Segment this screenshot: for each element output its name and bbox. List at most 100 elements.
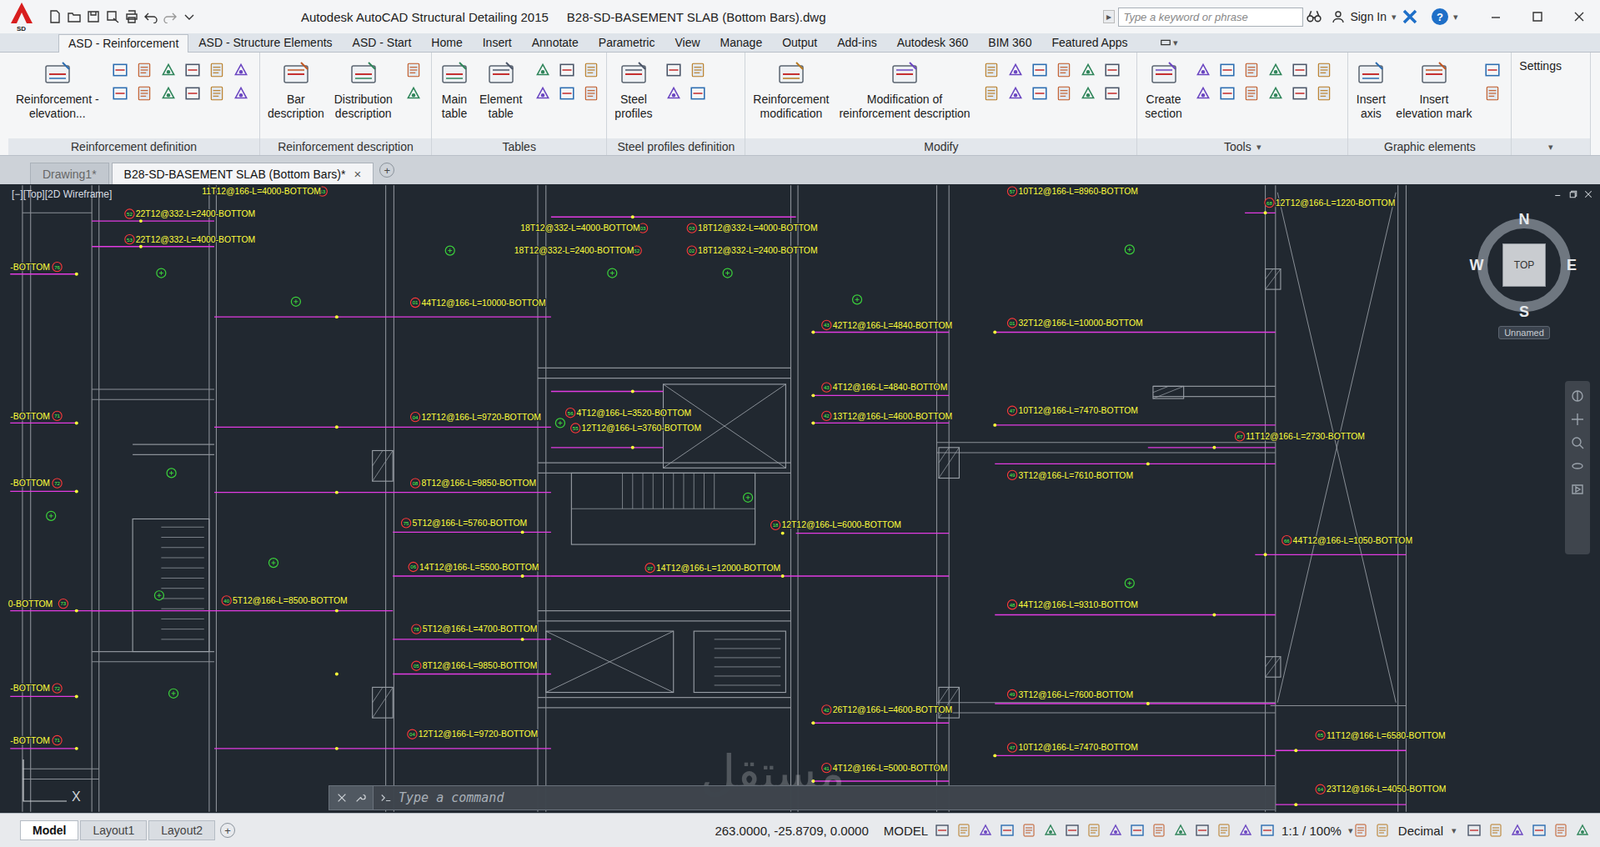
rebar-label[interactable]: 6644T12@166-L=1050-BOTTOM xyxy=(1282,536,1413,546)
bar-line[interactable] xyxy=(993,753,1276,758)
tool-icon[interactable] xyxy=(232,85,250,102)
showmotion-icon[interactable] xyxy=(1570,482,1585,497)
rebar-label[interactable]: 434T12@166-L=4840-BOTTOM xyxy=(822,382,948,392)
small-tool[interactable] xyxy=(1077,82,1099,105)
panel-title[interactable]: Tools▾ xyxy=(1137,138,1348,156)
small-tool[interactable] xyxy=(662,82,685,105)
status-toggle-icon[interactable] xyxy=(1108,822,1124,838)
bar-line[interactable] xyxy=(10,609,133,613)
tool-icon[interactable] xyxy=(405,61,422,79)
panel-title[interactable]: Reinforcement description xyxy=(260,138,432,156)
bar-line[interactable] xyxy=(214,747,552,751)
tool-icon[interactable] xyxy=(135,85,153,102)
viewport-controls[interactable]: [−][Top][2D Wireframe] xyxy=(11,188,112,201)
bar-line[interactable] xyxy=(10,747,79,751)
bar-line[interactable] xyxy=(993,423,1276,427)
minimize-icon[interactable] xyxy=(1489,10,1503,24)
tray-icon[interactable] xyxy=(1509,822,1525,838)
distribution-mark[interactable] xyxy=(1124,245,1134,255)
rebar-label[interactable]: 730-BOTTOM xyxy=(8,598,69,608)
bar-line[interactable] xyxy=(994,461,1276,466)
ribbon-button[interactable]: Create section xyxy=(1141,57,1185,123)
bar-line[interactable] xyxy=(91,219,215,223)
steering-wheel-icon[interactable] xyxy=(1570,389,1585,403)
tool-icon[interactable] xyxy=(1315,85,1333,102)
rebar-label[interactable]: 5311T12@166-L=4000-BOTTOM xyxy=(201,186,327,196)
tool-icon[interactable] xyxy=(160,85,177,102)
search-expand[interactable]: ▸ xyxy=(1103,10,1115,24)
distribution-mark[interactable] xyxy=(607,268,617,278)
bar-line[interactable] xyxy=(214,491,552,495)
tool-icon[interactable] xyxy=(208,85,226,102)
rebar-label[interactable]: 6812T12@166-L=1220-BOTTOM xyxy=(1264,197,1395,207)
small-tool[interactable] xyxy=(1313,59,1335,81)
tray-icon[interactable] xyxy=(1466,822,1482,838)
ribbon-tab[interactable]: View xyxy=(664,33,710,52)
status-toggle-icon[interactable] xyxy=(1064,822,1080,838)
ribbon-tab[interactable]: Insert xyxy=(472,33,522,52)
user-icon[interactable] xyxy=(1331,10,1345,24)
tray-icon[interactable] xyxy=(1574,822,1590,838)
tool-icon[interactable] xyxy=(1243,61,1260,79)
rebar-label[interactable]: 058T12@166-L=9850-BOTTOM xyxy=(411,661,538,671)
status-toggle-icon[interactable] xyxy=(1259,822,1275,838)
rebar-label[interactable]: 4342T12@166-L=4840-BOTTOM xyxy=(822,320,953,330)
bar-line[interactable] xyxy=(811,721,949,725)
small-tool[interactable] xyxy=(1101,59,1124,81)
new-tab[interactable]: + xyxy=(379,162,395,178)
bar-line[interactable] xyxy=(551,215,797,219)
tool-icon[interactable] xyxy=(1031,61,1049,79)
tool-icon[interactable] xyxy=(582,85,600,102)
small-tool[interactable] xyxy=(687,82,709,105)
rebar-label[interactable]: 4710T12@166-L=7470-BOTTOM xyxy=(1007,742,1138,753)
layout-tab[interactable]: Layout2 xyxy=(148,820,216,841)
tool-icon[interactable] xyxy=(405,85,422,102)
space-toggle[interactable]: MODEL xyxy=(883,823,928,838)
bar-line[interactable] xyxy=(551,446,664,450)
tool-icon[interactable] xyxy=(1007,85,1024,102)
panel-title[interactable]: Steel profiles definition xyxy=(606,138,745,156)
tool-icon[interactable] xyxy=(1315,61,1333,79)
bar-line[interactable] xyxy=(335,672,552,677)
compass-east[interactable]: E xyxy=(1566,256,1577,275)
status-toggle-icon[interactable] xyxy=(1021,822,1037,838)
small-tool[interactable] xyxy=(1028,82,1051,105)
small-tool[interactable] xyxy=(1004,82,1027,105)
distribution-mark[interactable] xyxy=(445,245,455,256)
rebar-label[interactable]: 71-BOTTOM xyxy=(10,735,62,745)
tool-icon[interactable] xyxy=(111,85,129,102)
close-icon[interactable] xyxy=(1583,189,1594,200)
tool-icon[interactable] xyxy=(1243,85,1260,102)
tool-icon[interactable] xyxy=(208,61,226,79)
rebar-label[interactable]: 5322T12@332-L=4000-BOTTOM xyxy=(125,235,256,245)
small-tool[interactable] xyxy=(157,82,180,105)
small-tool[interactable] xyxy=(580,82,602,105)
bar-line[interactable] xyxy=(993,331,1276,335)
panel-toggle-icon[interactable] xyxy=(1159,36,1172,49)
bar-line[interactable] xyxy=(1148,446,1276,450)
bar-line[interactable] xyxy=(811,779,949,783)
small-tool[interactable] xyxy=(109,59,131,81)
panel-title[interactable]: Reinforcement definition xyxy=(8,138,260,156)
bar-line[interactable] xyxy=(1275,802,1407,807)
status-toggle-icon[interactable] xyxy=(1194,822,1210,838)
bar-line[interactable] xyxy=(91,609,393,613)
undo-icon[interactable] xyxy=(144,10,158,24)
tool-icon[interactable] xyxy=(689,85,707,102)
rebar-label[interactable]: 564T12@166-L=3520-BOTTOM xyxy=(566,408,693,418)
bar-line[interactable] xyxy=(392,637,552,642)
maximize-icon[interactable] xyxy=(1530,10,1545,24)
tray-icon[interactable] xyxy=(1488,822,1504,838)
plus-icon[interactable] xyxy=(1374,822,1390,838)
ribbon-button[interactable]: Insert axis xyxy=(1352,57,1390,123)
bar-line[interactable] xyxy=(1275,748,1407,753)
distribution-mark[interactable] xyxy=(852,295,863,305)
file-tab[interactable]: Drawing1* xyxy=(30,162,110,185)
small-tool[interactable] xyxy=(1216,59,1239,81)
small-tool[interactable] xyxy=(133,82,156,105)
gear-icon[interactable] xyxy=(1353,822,1369,838)
open-icon[interactable] xyxy=(67,10,81,24)
rebar-label[interactable]: 4844T12@166-L=9310-BOTTOM xyxy=(1007,600,1138,610)
ribbon-button[interactable]: Element table xyxy=(476,57,526,123)
tool-icon[interactable] xyxy=(160,61,177,79)
